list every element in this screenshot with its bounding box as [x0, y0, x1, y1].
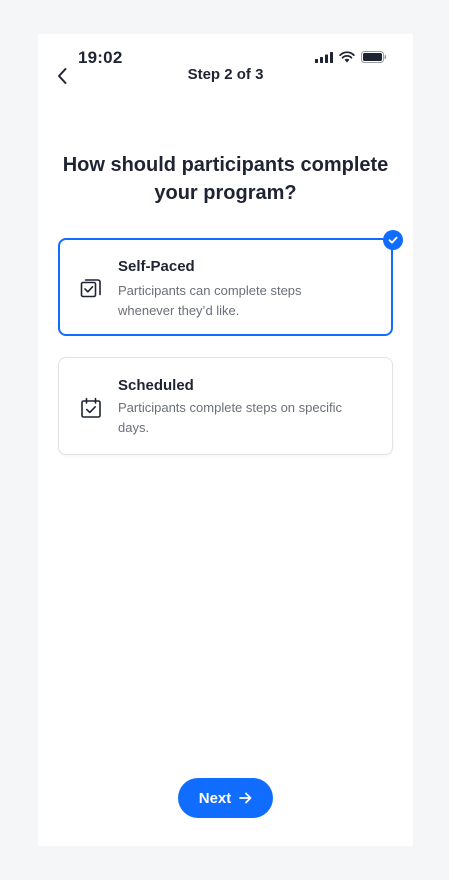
step-title: Step 2 of 3 [187, 66, 264, 83]
next-button-label: Next [198, 789, 232, 807]
option-description: Participants can complete steps whenever… [118, 283, 302, 318]
option-title: Scheduled [118, 377, 194, 394]
stacked-checkbox-icon [80, 279, 101, 298]
page-question: How should participants complete your pr… [62, 154, 389, 204]
wifi-icon [339, 51, 355, 63]
option-description: Participants complete steps on specific … [118, 400, 342, 435]
option-title: Self-Paced [118, 258, 195, 275]
selected-check-icon [383, 230, 403, 250]
next-button[interactable]: Next [178, 778, 273, 818]
status-time: 19:02 [78, 48, 123, 67]
battery-icon [361, 51, 387, 63]
phone-screen: 19:02 Step 2 of 3 How should participant… [38, 34, 413, 846]
option-scheduled[interactable]: Scheduled Participants complete steps on… [58, 357, 393, 455]
option-self-paced[interactable]: Self-Paced Participants can complete ste… [58, 230, 403, 336]
status-icons [315, 51, 387, 63]
arrow-right-icon [239, 792, 252, 804]
calendar-check-icon [81, 397, 101, 418]
cellular-signal-icon [315, 51, 333, 63]
